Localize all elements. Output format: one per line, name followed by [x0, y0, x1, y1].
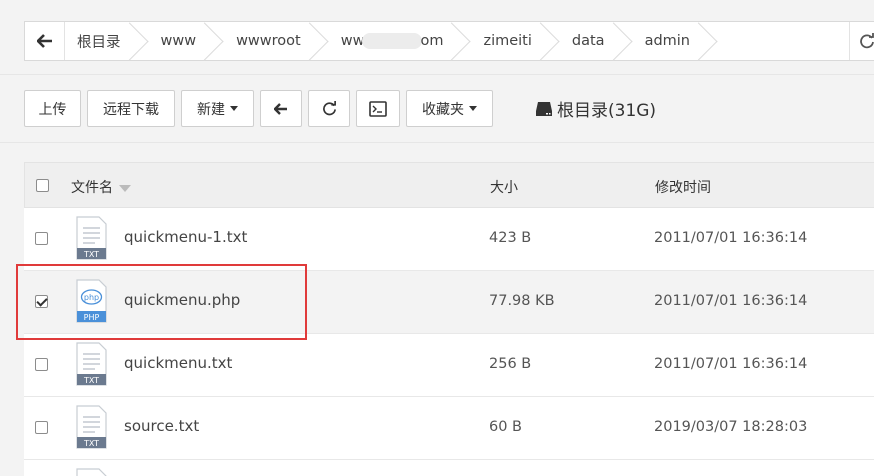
table-row[interactable]: TXT quickmenu.txt 256 B 2011/07/01 16:36… — [24, 334, 874, 397]
select-all-checkbox[interactable] — [36, 179, 49, 192]
sort-caret-icon — [119, 184, 131, 192]
breadcrumb-item-wwwroot[interactable]: wwwroot — [224, 22, 329, 60]
txt-file-icon: TXT — [76, 405, 107, 449]
table-row[interactable]: TXT quickmenu-1.txt 423 B 2011/07/01 16:… — [24, 208, 874, 271]
file-modified: 2011/07/01 16:36:14 — [654, 230, 808, 246]
back-button[interactable] — [260, 90, 302, 127]
txt-file-icon: TXT — [76, 342, 107, 386]
file-size: 256 B — [489, 356, 532, 372]
file-name-link[interactable]: quickmenu-1.txt — [124, 228, 247, 246]
file-size: 77.98 KB — [489, 293, 555, 309]
breadcrumb-item-www[interactable]: www — [149, 22, 225, 60]
breadcrumb-item-site[interactable]: ww om — [329, 22, 472, 60]
file-name-link[interactable]: source.txt — [124, 417, 199, 435]
table-header: 文件名 大小 修改时间 — [24, 162, 874, 208]
file-icon — [76, 468, 107, 476]
row-checkbox[interactable] — [35, 358, 48, 371]
arrow-left-icon — [36, 34, 52, 48]
remote-download-button[interactable]: 远程下载 — [87, 90, 175, 127]
path-refresh-button[interactable] — [849, 22, 874, 60]
svg-text:TXT: TXT — [83, 439, 99, 448]
column-header-name[interactable]: 文件名 — [71, 177, 131, 197]
breadcrumb-item-zimeiti[interactable]: zimeiti — [471, 22, 559, 60]
svg-text:TXT: TXT — [83, 250, 99, 259]
refresh-icon — [859, 33, 874, 49]
file-modified: 2019/03/07 18:28:03 — [654, 419, 808, 435]
refresh-icon — [322, 101, 336, 116]
caret-down-icon — [230, 106, 238, 111]
breadcrumb-item-root[interactable]: 根目录 — [65, 22, 149, 60]
hdd-icon — [536, 101, 552, 116]
breadcrumb: 根目录 www wwwroot ww om zimeiti data admin — [24, 21, 874, 61]
redacted-text — [362, 33, 423, 49]
row-checkbox[interactable] — [35, 421, 48, 434]
caret-down-icon — [469, 106, 477, 111]
table-row[interactable]: TXT source.txt 60 B 2019/03/07 18:28:03 — [24, 397, 874, 460]
txt-file-icon: TXT — [76, 216, 107, 260]
file-name-link[interactable]: quickmenu.txt — [124, 354, 232, 372]
terminal-icon — [369, 100, 387, 117]
row-checkbox[interactable] — [35, 232, 48, 245]
terminal-button[interactable] — [356, 90, 400, 127]
disk-info: 根目录(31G) — [535, 96, 656, 121]
new-dropdown-button[interactable]: 新建 — [181, 90, 254, 127]
table-row-partial[interactable] — [24, 460, 874, 476]
breadcrumb-item-data[interactable]: data — [560, 22, 633, 60]
arrow-left-icon — [274, 102, 287, 115]
file-size: 423 B — [489, 230, 532, 246]
highlight-box — [16, 264, 307, 340]
breadcrumb-item-admin[interactable]: admin — [633, 22, 718, 60]
file-size: 60 B — [489, 419, 523, 435]
column-header-modified[interactable]: 修改时间 — [655, 177, 711, 197]
refresh-button[interactable] — [308, 90, 350, 127]
column-header-size[interactable]: 大小 — [490, 177, 518, 197]
back-button[interactable] — [25, 22, 65, 60]
divider — [0, 142, 874, 143]
upload-button[interactable]: 上传 — [24, 90, 81, 127]
svg-text:TXT: TXT — [83, 376, 99, 385]
file-modified: 2011/07/01 16:36:14 — [654, 356, 808, 372]
file-modified: 2011/07/01 16:36:14 — [654, 293, 808, 309]
divider — [0, 74, 874, 75]
toolbar: 上传 远程下载 新建 收藏夹 — [24, 90, 499, 127]
favorites-dropdown-button[interactable]: 收藏夹 — [406, 90, 493, 127]
